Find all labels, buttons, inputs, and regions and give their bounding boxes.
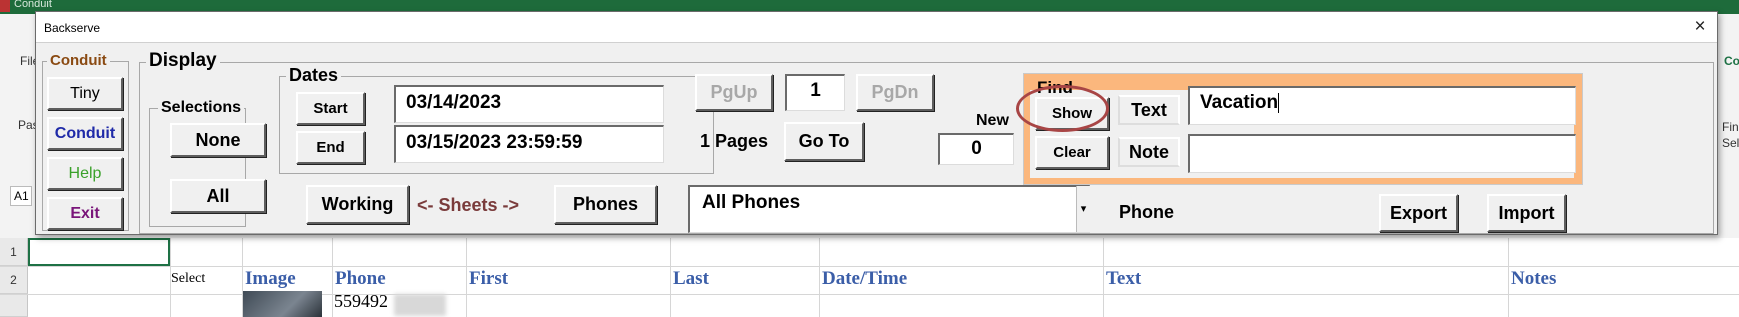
conduit-group-title: Conduit [47,52,110,69]
sheets-arrow-text: <- Sheets -> [417,195,520,215]
find-text-field[interactable]: Vacation [1188,86,1576,125]
all-button[interactable]: All [170,179,266,213]
pages-count-text: 1 Pages [700,131,769,151]
phone-cell[interactable]: 559492 [334,291,388,312]
note-label: Note [1118,137,1180,167]
col-divider [819,238,820,317]
contact-image-thumbnail [243,291,322,317]
working-sheet-button[interactable]: Working [306,185,409,224]
col-divider [332,238,333,317]
name-box[interactable]: A1 [10,186,32,206]
header-select: Select [171,271,206,286]
header-datetime: Date/Time [822,268,908,289]
row-header-3[interactable] [0,294,28,317]
col-divider [1103,238,1104,317]
row-header-1[interactable]: 1 [0,238,28,266]
page-number-field[interactable]: 1 [785,74,845,111]
show-highlight-oval [1016,85,1109,132]
export-button[interactable]: Export [1379,194,1458,232]
display-group-title: Display [146,50,220,72]
find-select-label-1[interactable]: Fin [1722,120,1739,134]
backserve-dialog: Backserve × Conduit Tiny Conduit Help Ex… [35,11,1718,235]
header-first: First [469,268,509,289]
header-text: Text [1106,268,1142,289]
selections-group-title: Selections [158,99,245,117]
conduit-button[interactable]: Conduit [47,117,123,150]
dialog-title: Backserve [44,21,101,35]
end-date-field[interactable]: 03/15/2023 23:59:59 [394,125,664,163]
header-last: Last [673,268,709,289]
col-divider [670,238,671,317]
header-image: Image [245,268,296,289]
chevron-down-icon[interactable]: ▾ [1076,186,1090,232]
worksheet-grid[interactable]: 1 2 Select Image Phone First Last Date/T… [0,238,1739,317]
import-button[interactable]: Import [1487,194,1566,232]
row-header-2[interactable]: 2 [0,266,28,294]
header-phone: Phone [335,268,386,289]
new-label: New [976,112,1009,129]
help-button[interactable]: Help [47,157,123,190]
phone-label: Phone [1119,202,1175,222]
phones-sheet-button[interactable]: Phones [554,185,657,224]
tiny-button[interactable]: Tiny [47,77,123,110]
right-tab[interactable]: Co [1724,54,1739,68]
excel-app-icon [0,0,10,12]
new-count-field[interactable]: 0 [938,133,1014,165]
col-divider [1508,238,1509,317]
text-caret [1278,92,1280,113]
dates-group-title: Dates [286,65,342,86]
none-button[interactable]: None [170,123,266,157]
excel-window-title: Conduit [14,0,52,10]
text-label: Text [1118,95,1180,125]
find-text-value: Vacation [1200,92,1279,113]
dialog-titlebar[interactable]: Backserve × [36,12,1717,43]
start-date-field[interactable]: 03/14/2023 [394,85,664,123]
find-select-label-2[interactable]: Sele [1722,136,1739,150]
pgdn-button[interactable]: PgDn [856,74,934,111]
pgup-button[interactable]: PgUp [695,74,773,111]
phones-select-value: All Phones [702,192,801,213]
redacted-phone-digits [394,294,446,316]
clear-button[interactable]: Clear [1035,136,1109,169]
header-notes: Notes [1511,268,1557,289]
start-button[interactable]: Start [296,92,365,125]
close-icon[interactable]: × [1689,16,1711,38]
selected-cell-a1[interactable] [28,238,170,266]
end-button[interactable]: End [296,131,365,164]
row-divider [0,266,1739,267]
go-to-button[interactable]: Go To [784,122,864,161]
col-divider [466,238,467,317]
exit-button[interactable]: Exit [47,197,123,230]
find-note-field[interactable] [1188,134,1576,173]
phones-select[interactable]: All Phones [688,185,1090,233]
